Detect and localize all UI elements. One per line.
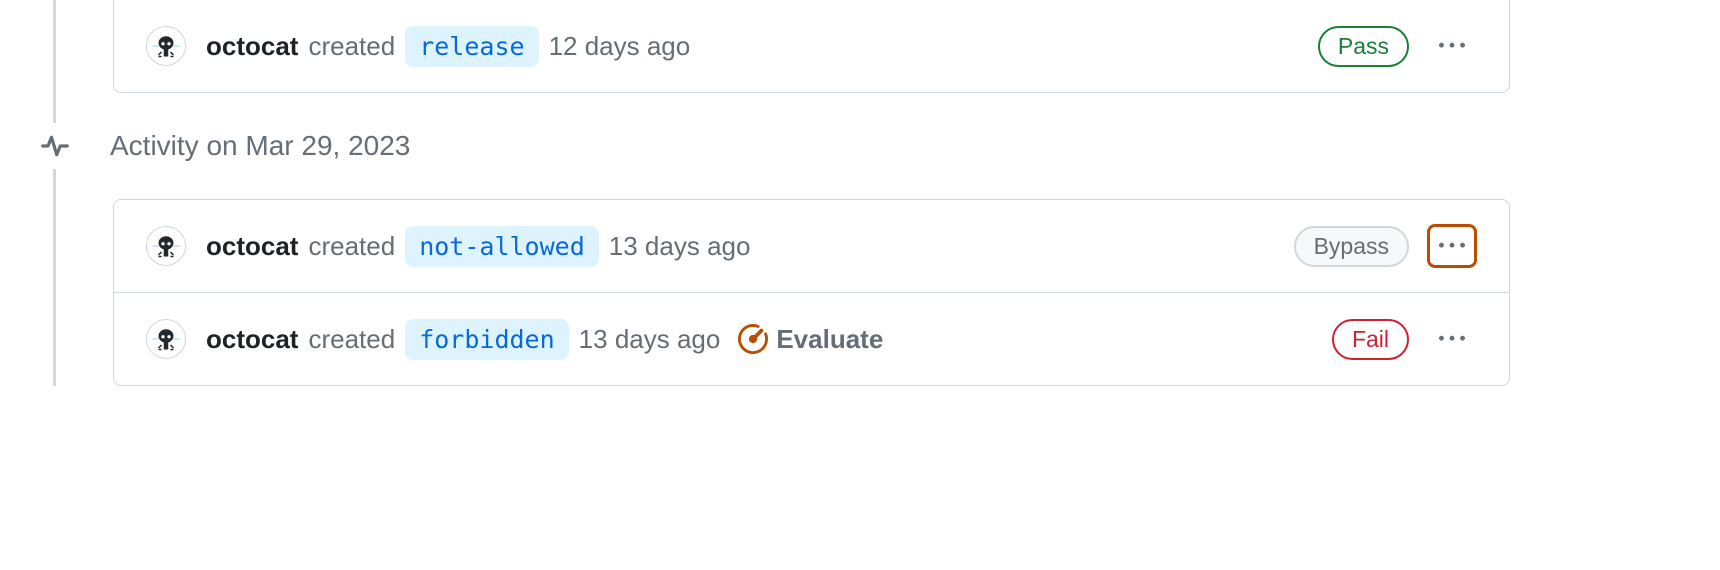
octocat-icon — [151, 31, 181, 61]
activity-row-main: octocat created forbidden 13 days ago Ev… — [146, 319, 1332, 360]
activity-row-right: Fail — [1332, 317, 1477, 361]
pulse-icon-svg — [41, 132, 69, 160]
timeago: 13 days ago — [609, 231, 751, 262]
status-badge-fail: Fail — [1332, 319, 1409, 360]
meter-icon — [738, 324, 768, 354]
timeago: 13 days ago — [579, 324, 721, 355]
branch-label[interactable]: not-allowed — [405, 226, 599, 267]
activity-list: octocat created not-allowed 13 days ago … — [113, 199, 1510, 386]
kebab-horizontal-icon — [1439, 33, 1465, 59]
activity-row: octocat created forbidden 13 days ago Ev… — [114, 292, 1509, 385]
kebab-menu-button[interactable] — [1427, 24, 1477, 68]
kebab-menu-button[interactable] — [1427, 317, 1477, 361]
activity-group: octocat created release 12 days ago Pass — [38, 0, 1720, 93]
status-badge-bypass: Bypass — [1294, 226, 1409, 267]
kebab-menu-button[interactable] — [1427, 224, 1477, 268]
activity-row-right: Pass — [1318, 24, 1477, 68]
activity-row-main: octocat created not-allowed 13 days ago — [146, 226, 1294, 267]
timeago: 12 days ago — [549, 31, 691, 62]
avatar[interactable] — [146, 226, 186, 266]
activity-verb: created — [308, 324, 395, 355]
activity-group: Activity on Mar 29, 2023 — [38, 123, 1720, 386]
evaluate-label: Evaluate — [776, 324, 883, 355]
evaluate-indicator: Evaluate — [738, 324, 883, 355]
octocat-icon — [151, 231, 181, 261]
kebab-horizontal-icon — [1439, 326, 1465, 352]
username-link[interactable]: octocat — [206, 231, 298, 262]
username-link[interactable]: octocat — [206, 324, 298, 355]
activity-verb: created — [308, 31, 395, 62]
activity-row-right: Bypass — [1294, 224, 1477, 268]
pulse-icon — [32, 123, 78, 169]
username-link[interactable]: octocat — [206, 31, 298, 62]
activity-date-text: Activity on Mar 29, 2023 — [110, 130, 410, 162]
avatar[interactable] — [146, 319, 186, 359]
avatar[interactable] — [146, 26, 186, 66]
status-badge-pass: Pass — [1318, 26, 1409, 67]
octocat-icon — [151, 324, 181, 354]
branch-label[interactable]: release — [405, 26, 538, 67]
activity-row: octocat created release 12 days ago Pass — [114, 0, 1509, 92]
activity-row-main: octocat created release 12 days ago — [146, 26, 1318, 67]
activity-list: octocat created release 12 days ago Pass — [113, 0, 1510, 93]
kebab-horizontal-icon — [1439, 233, 1465, 259]
activity-date-header: Activity on Mar 29, 2023 — [38, 123, 1720, 169]
activity-row: octocat created not-allowed 13 days ago … — [114, 200, 1509, 292]
activity-timeline: octocat created release 12 days ago Pass — [0, 0, 1720, 386]
activity-verb: created — [308, 231, 395, 262]
branch-label[interactable]: forbidden — [405, 319, 568, 360]
